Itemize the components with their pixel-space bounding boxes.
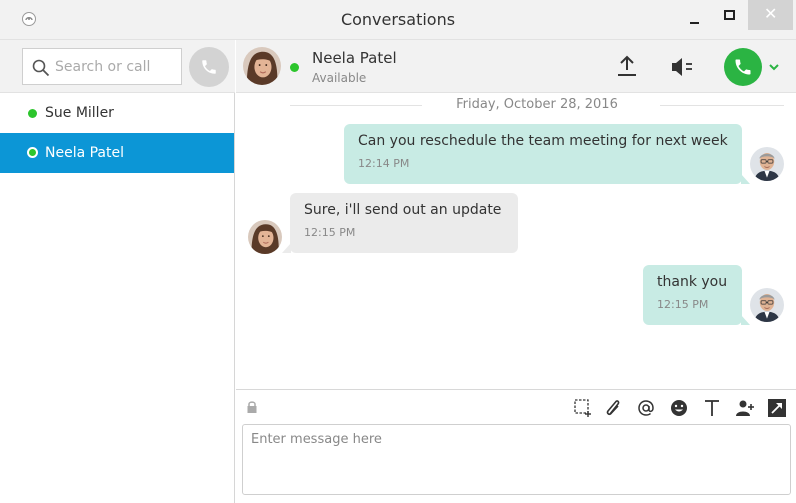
share-upload-icon[interactable] xyxy=(616,54,638,78)
contact-name: Neela Patel xyxy=(312,49,397,67)
close-icon: ✕ xyxy=(764,4,778,23)
contact-status: Available xyxy=(312,71,367,85)
attach-icon[interactable] xyxy=(604,398,624,418)
date-divider: Friday, October 28, 2016 xyxy=(290,95,784,115)
message-time: 12:15 PM xyxy=(304,226,356,239)
mention-icon[interactable] xyxy=(636,398,656,418)
minimize-button[interactable] xyxy=(676,0,712,32)
chevron-down-icon[interactable] xyxy=(768,62,780,72)
message-time: 12:14 PM xyxy=(358,157,410,170)
call-button[interactable] xyxy=(189,47,229,87)
message-time: 12:15 PM xyxy=(657,298,709,311)
lock-icon xyxy=(247,401,257,413)
phone-icon xyxy=(200,58,218,76)
phone-icon xyxy=(733,57,753,77)
conversation-header: Neela Patel Available xyxy=(236,40,796,93)
message-input[interactable] xyxy=(242,424,791,495)
message-list: Friday, October 28, 2016 Can you resched… xyxy=(236,93,796,389)
search-input[interactable] xyxy=(55,49,179,84)
avatar xyxy=(248,220,282,254)
message-text: Can you reschedule the team meeting for … xyxy=(358,133,728,149)
search-bar xyxy=(0,40,235,93)
maximize-icon xyxy=(724,10,735,20)
contacts-sidebar: Sue Miller Neela Patel xyxy=(0,40,235,503)
message-text: thank you xyxy=(657,274,728,290)
message-bubble-outgoing: Can you reschedule the team meeting for … xyxy=(344,124,750,184)
contact-item-sue-miller[interactable]: Sue Miller xyxy=(0,93,234,133)
presence-dot xyxy=(290,63,299,72)
avatar xyxy=(750,147,784,181)
emoji-icon[interactable] xyxy=(669,398,689,418)
presence-dot xyxy=(27,147,38,158)
contact-item-neela-patel[interactable]: Neela Patel xyxy=(0,133,234,173)
message-text: Sure, i'll send out an update xyxy=(304,202,502,218)
add-person-icon[interactable] xyxy=(735,398,755,418)
maximize-button[interactable] xyxy=(712,0,748,32)
start-call-button[interactable] xyxy=(724,48,762,86)
contact-name: Neela Patel xyxy=(45,145,125,161)
expand-icon[interactable] xyxy=(767,398,787,418)
presence-dot xyxy=(28,109,37,118)
screenshot-icon[interactable] xyxy=(573,398,593,418)
text-format-icon[interactable] xyxy=(702,398,722,418)
search-box[interactable] xyxy=(22,48,182,85)
close-button[interactable]: ✕ xyxy=(748,0,793,30)
search-icon xyxy=(32,59,50,77)
message-composer xyxy=(236,389,796,503)
minimize-icon xyxy=(690,22,699,24)
title-bar: Conversations ✕ xyxy=(0,0,796,40)
message-bubble-outgoing: thank you 12:15 PM xyxy=(643,265,750,325)
volume-icon[interactable] xyxy=(670,56,696,78)
avatar[interactable] xyxy=(243,47,281,85)
message-bubble-incoming: Sure, i'll send out an update 12:15 PM xyxy=(282,193,518,253)
avatar xyxy=(750,288,784,322)
contact-name: Sue Miller xyxy=(45,105,114,121)
